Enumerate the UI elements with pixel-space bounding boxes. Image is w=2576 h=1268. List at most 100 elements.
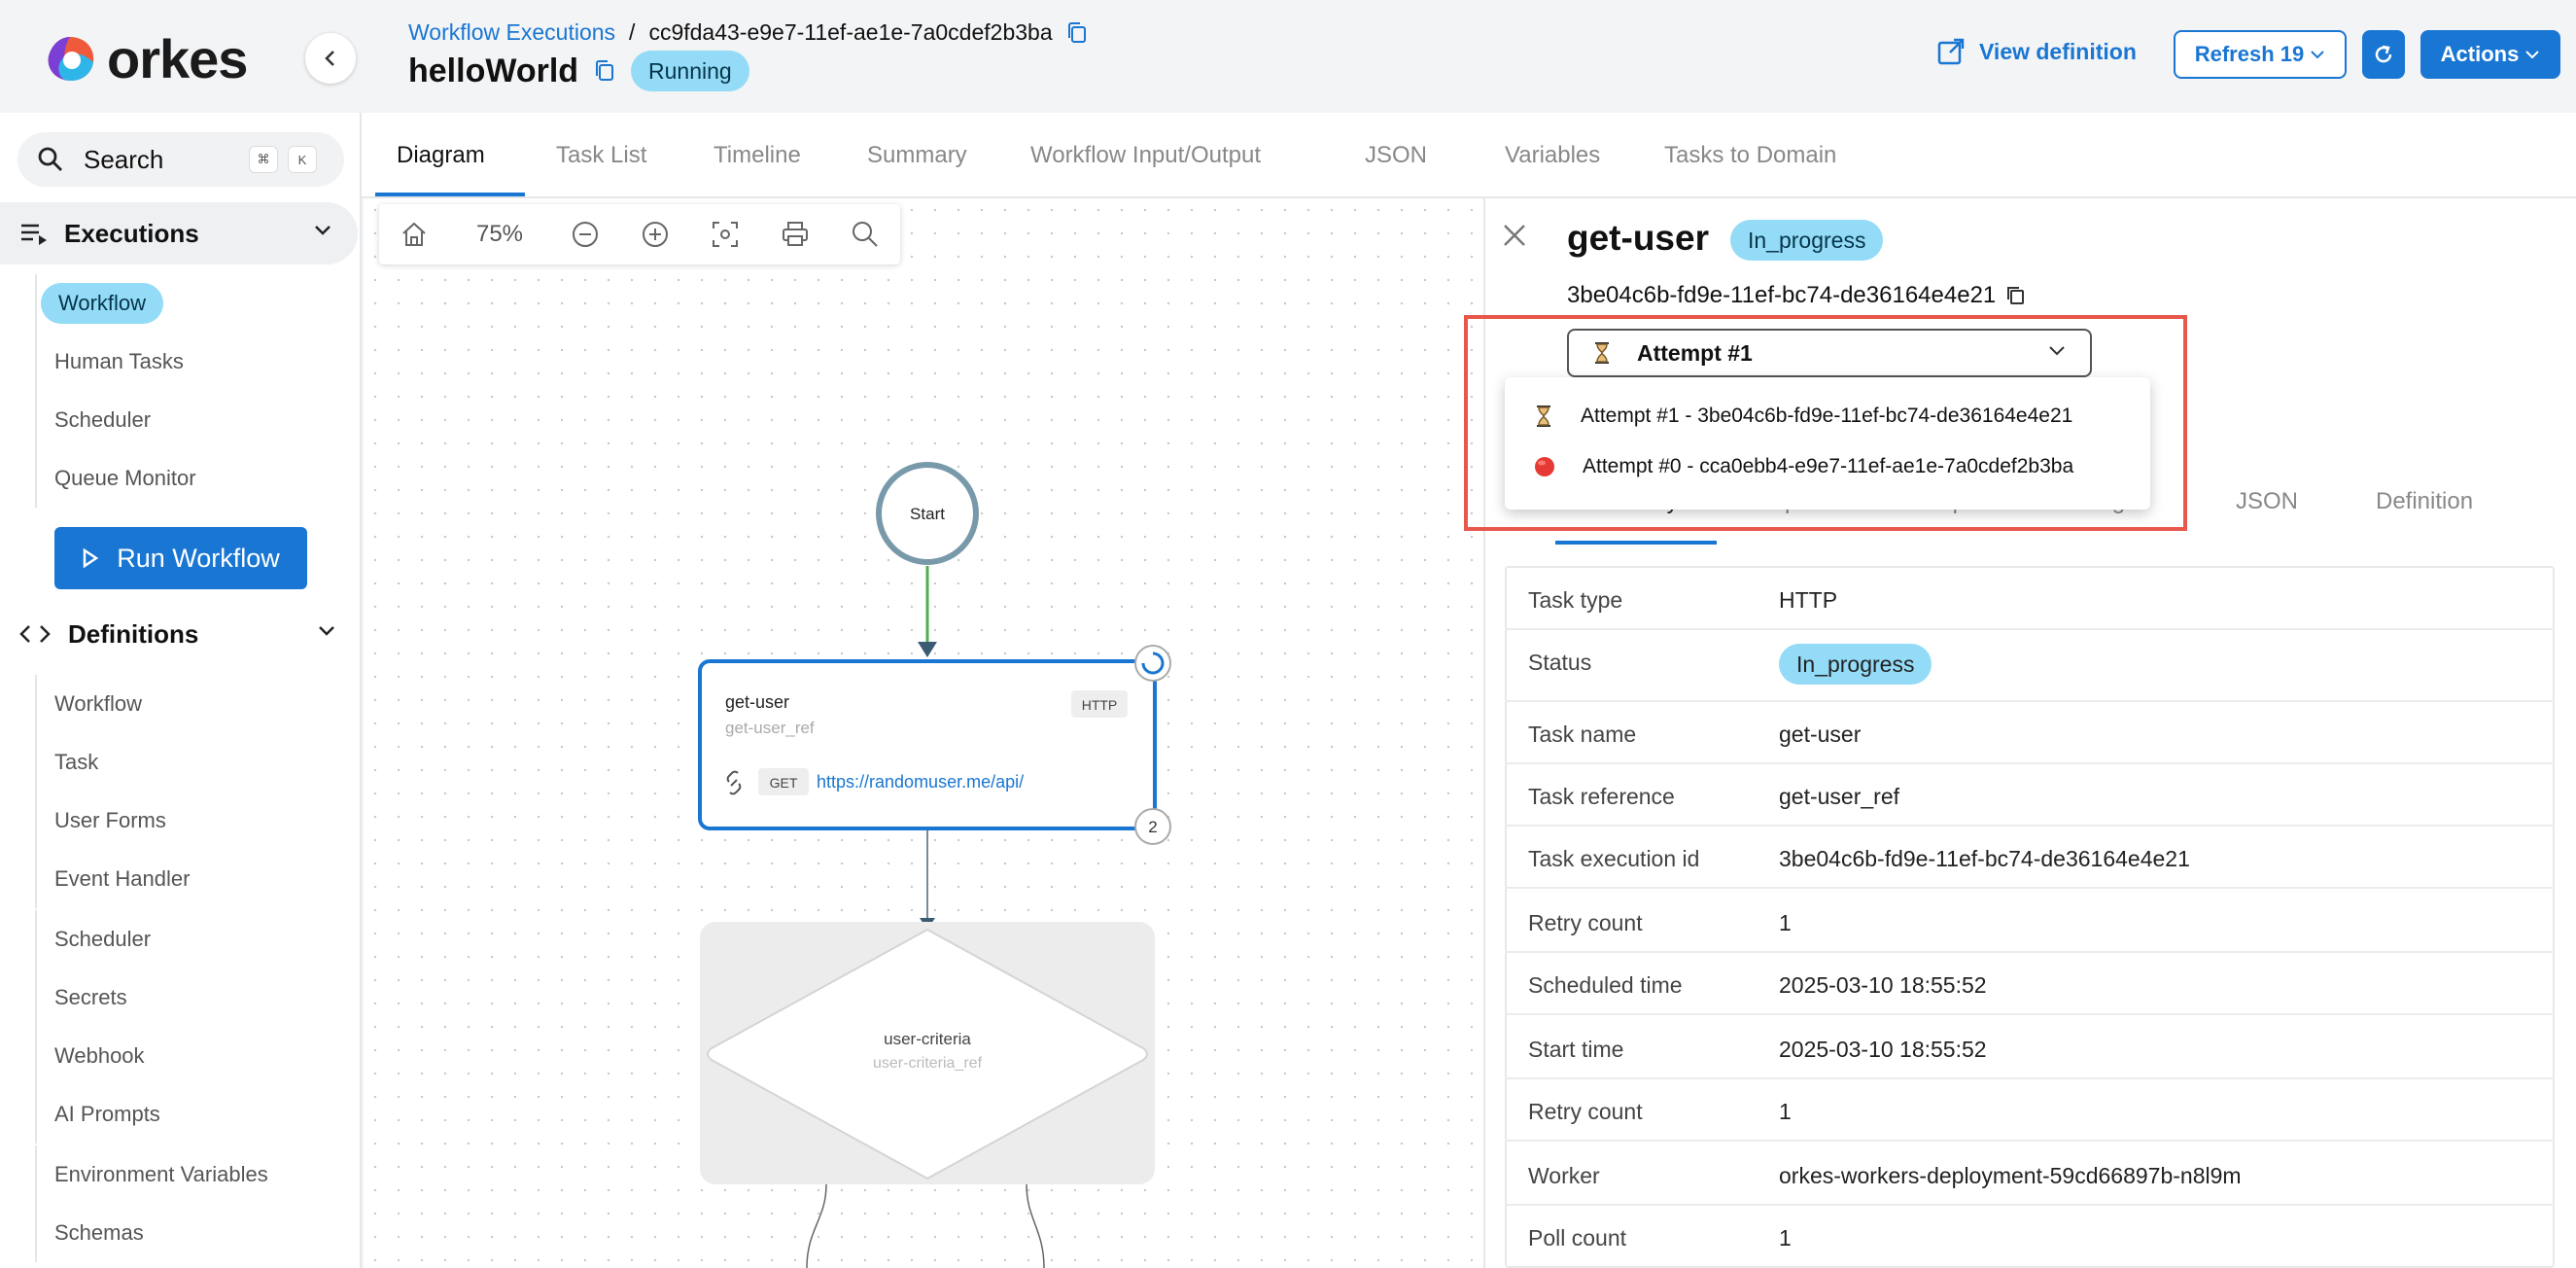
table-row: Task reference get-user_ref: [1505, 764, 2555, 827]
tab-workflow-input-output[interactable]: Workflow Input/Output: [1030, 142, 1261, 169]
actions-button[interactable]: Actions: [2420, 30, 2560, 79]
task-title: get-user: [1567, 218, 1709, 258]
sidebar-item-scheduler-definitions[interactable]: Scheduler: [35, 910, 346, 969]
sidebar-item-webhook[interactable]: Webhook: [35, 1027, 346, 1085]
view-definition-link[interactable]: View definition: [1936, 37, 2137, 66]
executions-section[interactable]: Executions: [0, 202, 358, 264]
sidebar-item-environment-variables[interactable]: Environment Variables: [35, 1145, 346, 1204]
task-node-name: get-user: [725, 692, 789, 712]
detail-key: Task reference: [1528, 784, 1675, 809]
breadcrumb-workflow-executions[interactable]: Workflow Executions: [408, 19, 615, 46]
http-url-link[interactable]: https://randomuser.me/api/: [817, 772, 1024, 792]
sidebar-item-label: User Forms: [54, 808, 166, 832]
collapse-sidebar-button[interactable]: [305, 33, 356, 84]
workflow-title: helloWorld: [408, 52, 579, 89]
table-row: Poll count 1: [1505, 1206, 2555, 1268]
sidebar-item-event-handler[interactable]: Event Handler: [35, 850, 346, 908]
definitions-section[interactable]: Definitions: [0, 603, 362, 665]
edge-switch-branch-right: [1026, 1183, 1045, 1268]
detail-value: orkes-workers-deployment-59cd66897b-n8l9…: [1779, 1163, 2242, 1188]
copy-icon[interactable]: [1066, 21, 1088, 45]
orkes-logo[interactable]: orkes: [43, 27, 248, 90]
zoom-out-button[interactable]: [550, 204, 620, 264]
fit-home-button[interactable]: [379, 204, 449, 264]
panel-tab-json[interactable]: JSON: [2236, 488, 2298, 515]
actions-label: Actions: [2440, 42, 2520, 66]
sidebar-item-label: Secrets: [54, 985, 127, 1009]
copy-icon[interactable]: [594, 59, 615, 83]
task-node-get-user[interactable]: [698, 659, 1157, 830]
detail-key: Status: [1528, 650, 1592, 675]
breadcrumb-separator: /: [629, 19, 636, 45]
active-panel-tab-indicator: [1555, 541, 1717, 545]
sidebar: Search ⌘ K Executions Workflow Human Tas…: [0, 113, 362, 1268]
sidebar-item-scheduler-executions[interactable]: Scheduler: [35, 391, 346, 449]
sidebar-item-label: Task: [54, 750, 99, 774]
refresh-button[interactable]: Refresh 19: [2174, 30, 2347, 79]
detail-value: 1: [1779, 1099, 1792, 1124]
switch-node-name: user-criteria: [884, 1030, 971, 1048]
copy-icon[interactable]: [2005, 284, 2027, 307]
sidebar-item-workflow-executions[interactable]: Workflow: [35, 274, 346, 333]
close-icon: [1504, 225, 1525, 246]
detail-key: Poll count: [1528, 1225, 1627, 1250]
focus-button[interactable]: [690, 204, 760, 264]
brand-name: orkes: [107, 28, 248, 89]
sidebar-item-label: AI Prompts: [54, 1102, 160, 1126]
detail-value: HTTP: [1779, 587, 1838, 613]
executions-icon: [21, 224, 47, 245]
reload-button[interactable]: [2362, 30, 2405, 79]
sidebar-item-label: Scheduler: [54, 927, 152, 951]
search-box[interactable]: Search ⌘ K: [17, 132, 344, 187]
detail-value: get-user: [1779, 722, 1862, 747]
sidebar-item-ai-prompts[interactable]: AI Prompts: [35, 1085, 346, 1144]
sidebar-item-workflow-definitions[interactable]: Workflow: [35, 675, 346, 733]
workflow-diagram: Start get-user get-user_ref HTTP GET htt…: [698, 462, 1171, 1268]
tab-variables[interactable]: Variables: [1505, 142, 1600, 169]
sidebar-item-human-tasks[interactable]: Human Tasks: [35, 333, 346, 391]
tab-task-list[interactable]: Task List: [556, 142, 646, 169]
tab-tasks-to-domain[interactable]: Tasks to Domain: [1664, 142, 1836, 169]
edge-switch-branch-left: [806, 1183, 827, 1268]
detail-key: Task type: [1528, 587, 1623, 613]
orkes-logo-icon: [48, 36, 94, 81]
diagram-search-button[interactable]: [830, 204, 900, 264]
detail-key: Retry count: [1528, 910, 1643, 935]
table-row: Retry count 1: [1505, 1079, 2555, 1142]
workflow-title-row: helloWorld Running: [408, 51, 749, 91]
table-row: Task execution id 3be04c6b-fd9e-11ef-bc74…: [1505, 827, 2555, 889]
in-progress-spinner-icon: [1134, 645, 1171, 682]
start-node-label: Start: [910, 505, 945, 523]
panel-tab-definition[interactable]: Definition: [2376, 488, 2473, 515]
chevron-left-icon: [325, 51, 334, 66]
sidebar-item-label: Human Tasks: [54, 349, 184, 373]
tab-diagram[interactable]: Diagram: [397, 142, 485, 169]
sidebar-item-task[interactable]: Task: [35, 733, 346, 792]
tab-summary[interactable]: Summary: [867, 142, 967, 169]
sidebar-item-secrets[interactable]: Secrets: [35, 969, 346, 1027]
print-icon: [783, 222, 808, 246]
home-icon: [402, 222, 426, 246]
shortcut-cmd-key: ⌘: [249, 146, 278, 173]
detail-key: Task execution id: [1528, 846, 1700, 871]
active-tab-indicator: [375, 193, 525, 196]
sidebar-item-user-forms[interactable]: User Forms: [35, 792, 346, 850]
sidebar-item-label: Event Handler: [54, 866, 191, 891]
run-workflow-button[interactable]: Run Workflow: [54, 527, 307, 589]
workflow-diagram-canvas[interactable]: Start get-user get-user_ref HTTP GET htt…: [364, 198, 1483, 1268]
attempt-count: 2: [1148, 818, 1157, 836]
search-label: Search: [84, 144, 164, 174]
highlight-box: [1464, 315, 2187, 531]
zoom-in-button[interactable]: [620, 204, 690, 264]
sidebar-item-queue-monitor[interactable]: Queue Monitor: [35, 449, 346, 508]
table-row: Scheduled time 2025-03-10 18:55:52: [1505, 953, 2555, 1015]
close-panel-button[interactable]: [1501, 222, 1528, 249]
tab-json[interactable]: JSON: [1365, 142, 1427, 169]
sidebar-item-label: Workflow: [41, 283, 164, 324]
sidebar-item-label: Workflow: [54, 691, 143, 716]
status-badge: In_progress: [1779, 644, 1932, 685]
tab-timeline[interactable]: Timeline: [714, 142, 801, 169]
print-button[interactable]: [760, 204, 830, 264]
sidebar-item-schemas[interactable]: Schemas: [35, 1204, 346, 1262]
edge-arrowhead: [918, 642, 937, 657]
